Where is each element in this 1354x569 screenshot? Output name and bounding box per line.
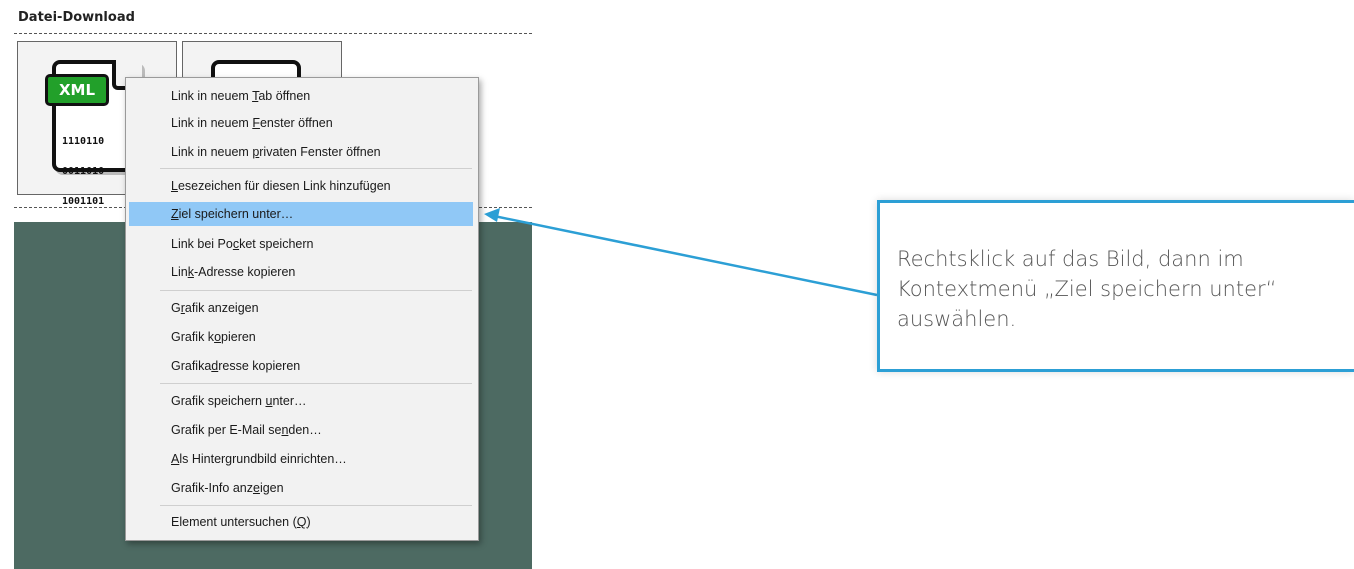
callout-text: Rechtsklick auf das Bild, dann im Kontex… (897, 247, 1277, 331)
arrow-head-icon (484, 208, 500, 222)
arrow-line (493, 214, 878, 297)
